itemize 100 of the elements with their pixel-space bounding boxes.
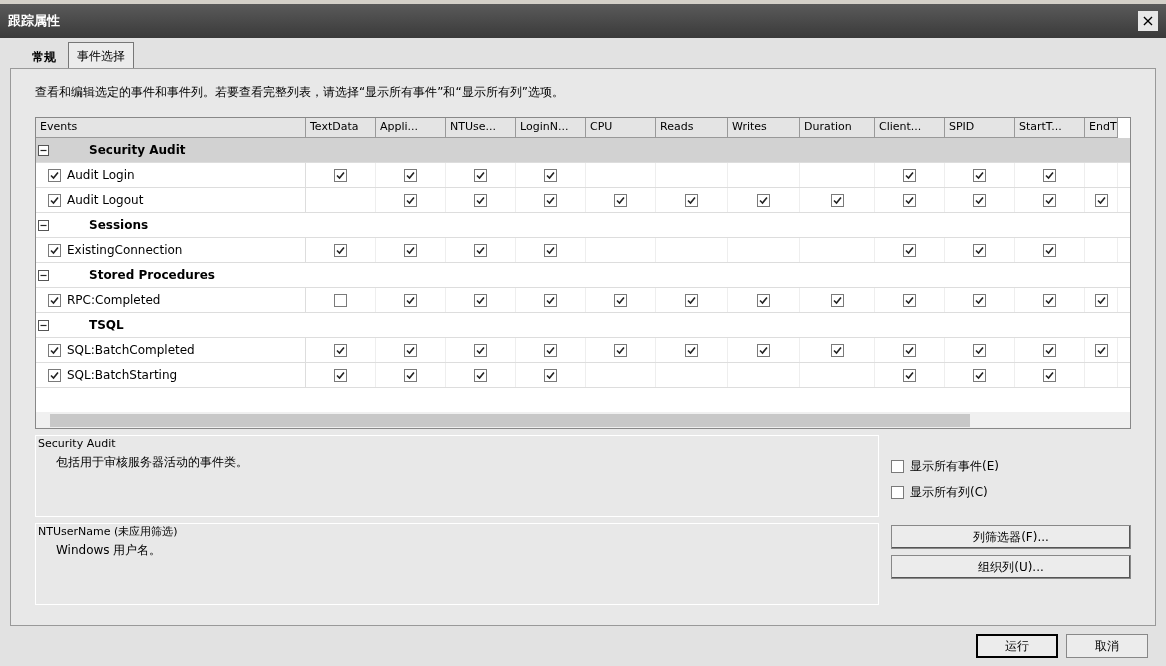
column-checkbox[interactable] — [544, 368, 557, 382]
column-checkbox[interactable] — [757, 193, 770, 207]
horizontal-scrollbar[interactable] — [36, 412, 1130, 428]
column-checkbox[interactable] — [614, 193, 627, 207]
column-checkbox[interactable] — [1094, 343, 1108, 357]
event-name: SQL:BatchStarting — [67, 367, 178, 384]
event-checkbox[interactable] — [48, 368, 61, 382]
side-button[interactable]: 列筛选器(F)... — [891, 525, 1131, 549]
column-checkbox[interactable] — [334, 243, 347, 257]
check-icon — [546, 170, 555, 180]
column-checkbox[interactable] — [1043, 168, 1056, 182]
column-checkbox[interactable] — [903, 168, 916, 182]
column-checkbox[interactable] — [544, 293, 557, 307]
minus-box-icon[interactable] — [38, 144, 49, 156]
category-name: Stored Procedures — [89, 267, 215, 284]
column-checkbox[interactable] — [404, 343, 417, 357]
tab[interactable]: 事件选择 — [68, 42, 134, 68]
column-checkbox[interactable] — [334, 343, 347, 357]
event-checkbox[interactable] — [48, 193, 61, 207]
column-checkbox[interactable] — [404, 243, 417, 257]
column-header[interactable]: Events — [36, 118, 306, 138]
column-header[interactable]: NTUse... — [446, 118, 516, 138]
minus-box-icon[interactable] — [38, 219, 49, 231]
column-header[interactable]: Reads — [656, 118, 728, 138]
column-checkbox[interactable] — [903, 343, 916, 357]
check-icon — [476, 345, 485, 355]
event-checkbox[interactable] — [48, 168, 61, 182]
column-checkbox[interactable] — [903, 193, 916, 207]
column-checkbox[interactable] — [544, 193, 557, 207]
column-checkbox[interactable] — [404, 168, 417, 182]
column-header[interactable]: SPID — [945, 118, 1015, 138]
check-icon — [50, 370, 59, 380]
minus-box-icon[interactable] — [38, 319, 49, 331]
column-checkbox[interactable] — [685, 343, 698, 357]
column-checkbox[interactable] — [474, 193, 487, 207]
column-header[interactable]: Writes — [728, 118, 800, 138]
column-checkbox[interactable] — [973, 243, 986, 257]
column-checkbox[interactable] — [685, 193, 698, 207]
column-checkbox[interactable] — [544, 243, 557, 257]
dialog-button[interactable]: 运行 — [976, 634, 1058, 658]
column-header[interactable]: Appli... — [376, 118, 446, 138]
column-checkbox[interactable] — [334, 293, 347, 307]
column-header[interactable]: EndT — [1085, 118, 1118, 138]
side-button[interactable]: 组织列(U)... — [891, 555, 1131, 579]
column-checkbox[interactable] — [1043, 293, 1056, 307]
column-checkbox[interactable] — [404, 193, 417, 207]
column-checkbox[interactable] — [903, 243, 916, 257]
column-header[interactable]: LoginN... — [516, 118, 586, 138]
event-checkbox[interactable] — [48, 293, 61, 307]
check-icon — [832, 295, 842, 305]
column-checkbox[interactable] — [973, 343, 986, 357]
check-icon — [336, 245, 345, 255]
column-checkbox[interactable] — [973, 368, 986, 382]
column-checkbox[interactable] — [334, 368, 347, 382]
column-header[interactable]: Client... — [875, 118, 945, 138]
column-checkbox[interactable] — [685, 293, 698, 307]
column-checkbox[interactable] — [614, 293, 627, 307]
column-checkbox[interactable] — [474, 368, 487, 382]
column-checkbox[interactable] — [1043, 368, 1056, 382]
column-header[interactable]: StartT... — [1015, 118, 1085, 138]
check-icon — [1096, 295, 1106, 305]
category-row[interactable]: Security Audit — [36, 138, 1130, 163]
column-checkbox[interactable] — [1043, 243, 1056, 257]
column-checkbox[interactable] — [973, 168, 986, 182]
tab[interactable]: 常规 — [24, 46, 64, 68]
column-checkbox[interactable] — [903, 368, 916, 382]
column-checkbox[interactable] — [757, 293, 770, 307]
column-checkbox[interactable] — [474, 293, 487, 307]
minus-box-icon[interactable] — [38, 269, 49, 281]
column-checkbox[interactable] — [404, 293, 417, 307]
column-checkbox[interactable] — [544, 343, 557, 357]
column-checkbox[interactable] — [474, 243, 487, 257]
column-checkbox[interactable] — [474, 343, 487, 357]
close-button[interactable]: × — [1138, 11, 1158, 31]
column-checkbox[interactable] — [757, 343, 770, 357]
column-checkbox[interactable] — [1094, 193, 1108, 207]
column-checkbox[interactable] — [1094, 293, 1108, 307]
column-checkbox[interactable] — [830, 343, 844, 357]
event-checkbox[interactable] — [48, 243, 61, 257]
column-checkbox[interactable] — [830, 193, 844, 207]
dialog-button[interactable]: 取消 — [1066, 634, 1148, 658]
column-checkbox[interactable] — [334, 168, 347, 182]
column-checkbox[interactable] — [1043, 343, 1056, 357]
column-checkbox[interactable] — [544, 168, 557, 182]
column-checkbox[interactable] — [903, 293, 916, 307]
scroll-thumb[interactable] — [50, 413, 970, 427]
column-checkbox[interactable] — [830, 293, 844, 307]
column-checkbox[interactable] — [973, 293, 986, 307]
column-header[interactable]: TextData — [306, 118, 376, 138]
event-checkbox[interactable] — [48, 343, 61, 357]
check-icon — [406, 245, 415, 255]
option-checkbox[interactable] — [891, 459, 904, 473]
option-checkbox[interactable] — [891, 485, 904, 499]
column-checkbox[interactable] — [1043, 193, 1056, 207]
column-checkbox[interactable] — [614, 343, 627, 357]
column-header[interactable]: Duration — [800, 118, 875, 138]
column-checkbox[interactable] — [973, 193, 986, 207]
column-header[interactable]: CPU — [586, 118, 656, 138]
column-checkbox[interactable] — [474, 168, 487, 182]
column-checkbox[interactable] — [404, 368, 417, 382]
